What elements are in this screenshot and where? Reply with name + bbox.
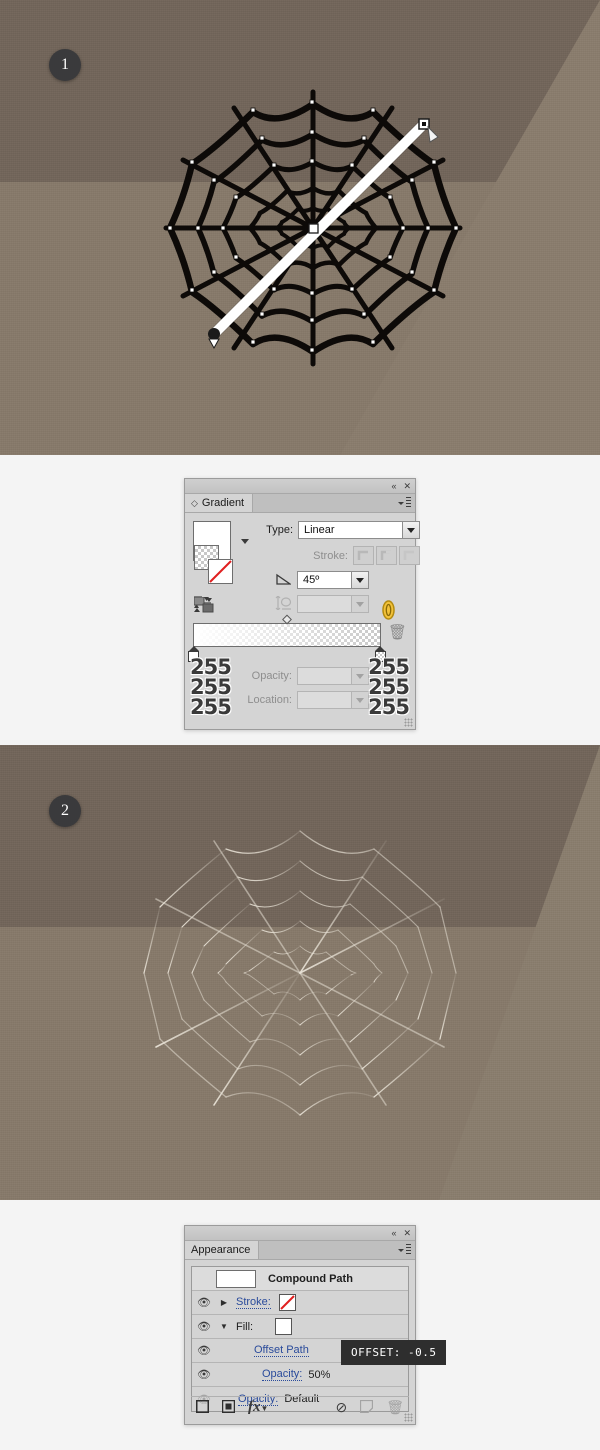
gradient-panel-tabbar: ◇ Gradient xyxy=(185,494,415,513)
delete-item-icon[interactable]: 🗑 xyxy=(386,1399,404,1416)
link-gradients-icon[interactable] xyxy=(381,600,396,623)
tutorial-page: 1 « ✕ ◇ Gradient Type: Linear Stroke: 45… xyxy=(0,0,600,1450)
appearance-panel-tabbar: Appearance xyxy=(185,1241,415,1260)
gradient-angle-value: 45º xyxy=(303,574,320,586)
step-badge-2: 2 xyxy=(49,795,81,827)
fill-opacity-value: 50% xyxy=(308,1368,331,1381)
gradient-presets-caret-icon[interactable] xyxy=(241,538,249,544)
fill-label: Fill: xyxy=(236,1320,254,1333)
gradient-panel[interactable]: « ✕ ◇ Gradient Type: Linear Stroke: 45º … xyxy=(184,478,420,730)
visibility-eye-icon[interactable]: 👁 xyxy=(192,1368,216,1381)
appearance-row-stroke[interactable]: 👁 ▶ Stroke: xyxy=(192,1291,408,1315)
object-type-label: Compound Path xyxy=(268,1272,353,1285)
appearance-panel[interactable]: « ✕ Appearance Compound Path 👁 ▶ Stroke:… xyxy=(184,1225,447,1425)
tab-gradient[interactable]: ◇ Gradient xyxy=(185,494,254,512)
gradient-opacity-input[interactable] xyxy=(297,667,369,685)
fill-opacity-label[interactable]: Opacity: xyxy=(262,1368,303,1381)
stop-0-r: 255 xyxy=(190,655,232,679)
color-mode-icons[interactable] xyxy=(193,596,214,616)
appearance-row-fill-opacity[interactable]: 👁 Opacity: 50% xyxy=(192,1363,408,1387)
tab-appearance[interactable]: Appearance xyxy=(185,1241,260,1259)
tabbar-filler xyxy=(253,494,415,512)
stop-0-rgb-annotation: 255 255 255 xyxy=(190,655,232,719)
step-number: 2 xyxy=(61,802,69,819)
tabbar-filler xyxy=(259,1241,415,1259)
stroke-within-icon[interactable] xyxy=(353,546,374,565)
add-new-fill-icon[interactable] xyxy=(221,1399,236,1416)
gradient-angle-input[interactable]: 45º xyxy=(297,571,369,589)
stop-1-b: 255 xyxy=(368,695,410,719)
add-new-stroke-icon[interactable] xyxy=(195,1399,210,1416)
duplicate-item-icon[interactable] xyxy=(360,1399,374,1416)
collapse-icon[interactable]: « xyxy=(391,1228,396,1238)
delete-stop-icon[interactable]: 🗑 xyxy=(388,623,407,641)
panel-menu-icon[interactable] xyxy=(398,497,411,508)
chevron-down-icon[interactable] xyxy=(351,668,368,684)
chevron-right-icon[interactable]: ▶ xyxy=(216,1298,232,1307)
appearance-panel-titlebar: « ✕ xyxy=(185,1226,415,1241)
chevron-down-icon[interactable] xyxy=(402,522,419,538)
appearance-row-fill[interactable]: 👁 ▼ Fill: xyxy=(192,1315,408,1339)
tab-label: Gradient xyxy=(201,497,245,509)
offset-path-label[interactable]: Offset Path xyxy=(254,1344,309,1357)
close-icon[interactable]: ✕ xyxy=(403,1228,411,1238)
gradient-type-value: Linear xyxy=(304,524,335,536)
stop-0-g: 255 xyxy=(190,675,232,699)
stroke-label: Stroke: xyxy=(313,549,348,562)
add-new-effect-icon[interactable]: fx▼ xyxy=(248,1399,268,1416)
panel-resize-grip[interactable] xyxy=(404,718,413,727)
step-badge-1: 1 xyxy=(49,49,81,81)
canvas-dark-band xyxy=(0,745,600,927)
stop-1-rgb-annotation: 255 255 255 xyxy=(368,655,410,719)
collapse-icon[interactable]: « xyxy=(391,481,396,491)
gradient-location-input[interactable] xyxy=(297,691,369,709)
chevron-down-icon[interactable] xyxy=(351,596,368,612)
type-label: Type: xyxy=(266,524,293,536)
tab-label: Appearance xyxy=(191,1244,251,1256)
appearance-object-row[interactable]: Compound Path xyxy=(192,1267,408,1291)
gradient-slider[interactable] xyxy=(188,614,386,662)
angle-icon xyxy=(276,572,293,588)
stroke-swatch[interactable] xyxy=(208,559,233,584)
offset-tooltip: OFFSET: -0.5 xyxy=(341,1340,447,1365)
visibility-eye-icon[interactable]: 👁 xyxy=(192,1344,216,1357)
appearance-list: Compound Path 👁 ▶ Stroke: 👁 ▼ Fill: 👁 Of… xyxy=(191,1266,409,1412)
aspect-ratio-icon xyxy=(275,594,292,613)
stroke-along-icon[interactable] xyxy=(376,546,397,565)
fill-gradient-swatch[interactable] xyxy=(275,1318,293,1335)
stroke-across-icon[interactable] xyxy=(399,546,420,565)
gradient-ramp[interactable] xyxy=(193,623,381,647)
artboard-step-2: 2 xyxy=(0,745,600,1200)
object-thumbnail xyxy=(216,1269,256,1288)
visibility-eye-icon[interactable]: 👁 xyxy=(192,1296,216,1309)
appearance-footer: fx▼ ⊘ 🗑 xyxy=(191,1396,409,1418)
artboard-step-1: 1 xyxy=(0,0,600,455)
stop-1-r: 255 xyxy=(368,655,410,679)
step-number: 1 xyxy=(61,56,69,73)
stroke-label[interactable]: Stroke: xyxy=(236,1296,271,1309)
panel-resize-grip[interactable] xyxy=(404,1413,413,1422)
gradient-aspect-input[interactable] xyxy=(297,595,369,613)
gradient-panel-titlebar: « ✕ xyxy=(185,479,415,494)
opacity-label: Opacity: xyxy=(251,670,292,682)
chevron-down-icon[interactable]: ▼ xyxy=(216,1322,232,1331)
tab-toggle-icon: ◇ xyxy=(191,497,198,508)
chevron-down-icon[interactable] xyxy=(351,692,368,708)
stop-0-b: 255 xyxy=(190,695,232,719)
close-icon[interactable]: ✕ xyxy=(403,481,411,491)
gradient-type-select[interactable]: Linear xyxy=(298,521,420,539)
clear-appearance-icon[interactable]: ⊘ xyxy=(335,1399,347,1416)
panel-menu-icon[interactable] xyxy=(398,1244,411,1255)
location-label: Location: xyxy=(247,694,292,706)
stop-1-g: 255 xyxy=(368,675,410,699)
chevron-down-icon[interactable] xyxy=(351,572,368,588)
canvas-dark-band xyxy=(0,0,600,182)
stroke-none-swatch[interactable] xyxy=(278,1294,296,1311)
visibility-eye-icon[interactable]: 👁 xyxy=(192,1320,216,1333)
